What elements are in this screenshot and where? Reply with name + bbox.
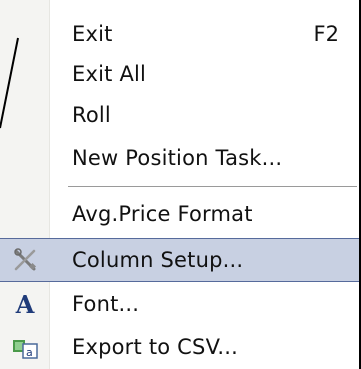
menu-item-new-position-task[interactable]: New Position Task... [0, 136, 359, 180]
menu-item-label: Exit [72, 22, 113, 46]
menu-item-label: New Position Task... [72, 146, 283, 170]
menu-item-exit[interactable]: Exit F2 [0, 12, 359, 56]
tools-icon [10, 245, 40, 275]
menu-item-label: Roll [72, 103, 111, 127]
svg-text:a: a [26, 346, 33, 359]
menu-item-avg-price-format[interactable]: Avg.Price Format [0, 192, 359, 236]
menu-separator-highlight [68, 187, 357, 188]
menu-item-column-setup[interactable]: Column Setup... [0, 238, 359, 282]
spreadsheet-export-icon: a [10, 332, 40, 362]
context-menu: Exit F2 Exit All Roll New Position Task.… [0, 0, 361, 369]
menu-item-shortcut: F2 [313, 22, 339, 46]
font-icon: A [15, 289, 35, 319]
menu-item-label: Column Setup... [72, 248, 244, 272]
menu-item-label: Font... [72, 292, 140, 316]
menu-item-roll[interactable]: Roll [0, 93, 359, 137]
menu-item-label: Export to CSV... [72, 335, 239, 359]
menu-item-export-to-csv[interactable]: a Export to CSV... [0, 325, 359, 369]
menu-item-label: Avg.Price Format [72, 202, 253, 226]
menu-item-exit-all[interactable]: Exit All [0, 52, 359, 96]
menu-item-label: Exit All [72, 62, 147, 86]
menu-item-font[interactable]: A Font... [0, 282, 359, 326]
